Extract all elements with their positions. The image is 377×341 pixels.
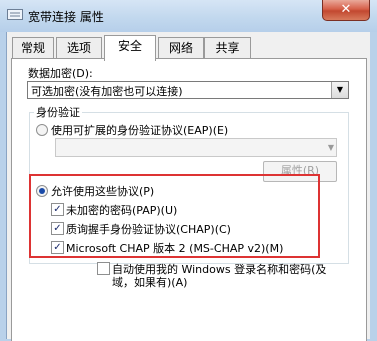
data-encryption-value: 可选加密(没有加密也可以连接) <box>31 85 183 98</box>
tab-networking[interactable]: 网络 <box>158 37 204 59</box>
auto-logon-checkbox[interactable] <box>97 262 110 275</box>
tab-security[interactable]: 安全 <box>104 35 156 61</box>
highlight-box <box>29 174 320 258</box>
close-button[interactable]: ✕ <box>322 0 370 21</box>
tab-options[interactable]: 选项 <box>56 37 102 59</box>
authentication-group-title: 身份验证 <box>34 104 82 120</box>
tab-sharing[interactable]: 共享 <box>204 37 251 59</box>
eap-radio[interactable] <box>36 124 48 136</box>
data-encryption-label: 数据加密(D): <box>28 67 93 80</box>
eap-option-label[interactable]: 使用可扩展的身份验证协议(EAP)(E) <box>51 122 228 138</box>
eap-method-dropdown: ▼ <box>55 138 337 157</box>
window-border <box>370 32 377 339</box>
chevron-down-icon[interactable]: ▼ <box>331 82 348 98</box>
window-title: 宽带连接 属性 <box>28 10 104 24</box>
network-connection-icon <box>7 9 23 20</box>
chevron-down-icon: ▼ <box>327 143 334 152</box>
close-icon: ✕ <box>340 2 352 17</box>
data-encryption-dropdown[interactable]: 可选加密(没有加密也可以连接) ▼ <box>27 81 349 99</box>
auto-logon-label-line2[interactable]: 域，如果有)(A) <box>112 274 187 290</box>
tab-general[interactable]: 常规 <box>12 37 54 59</box>
